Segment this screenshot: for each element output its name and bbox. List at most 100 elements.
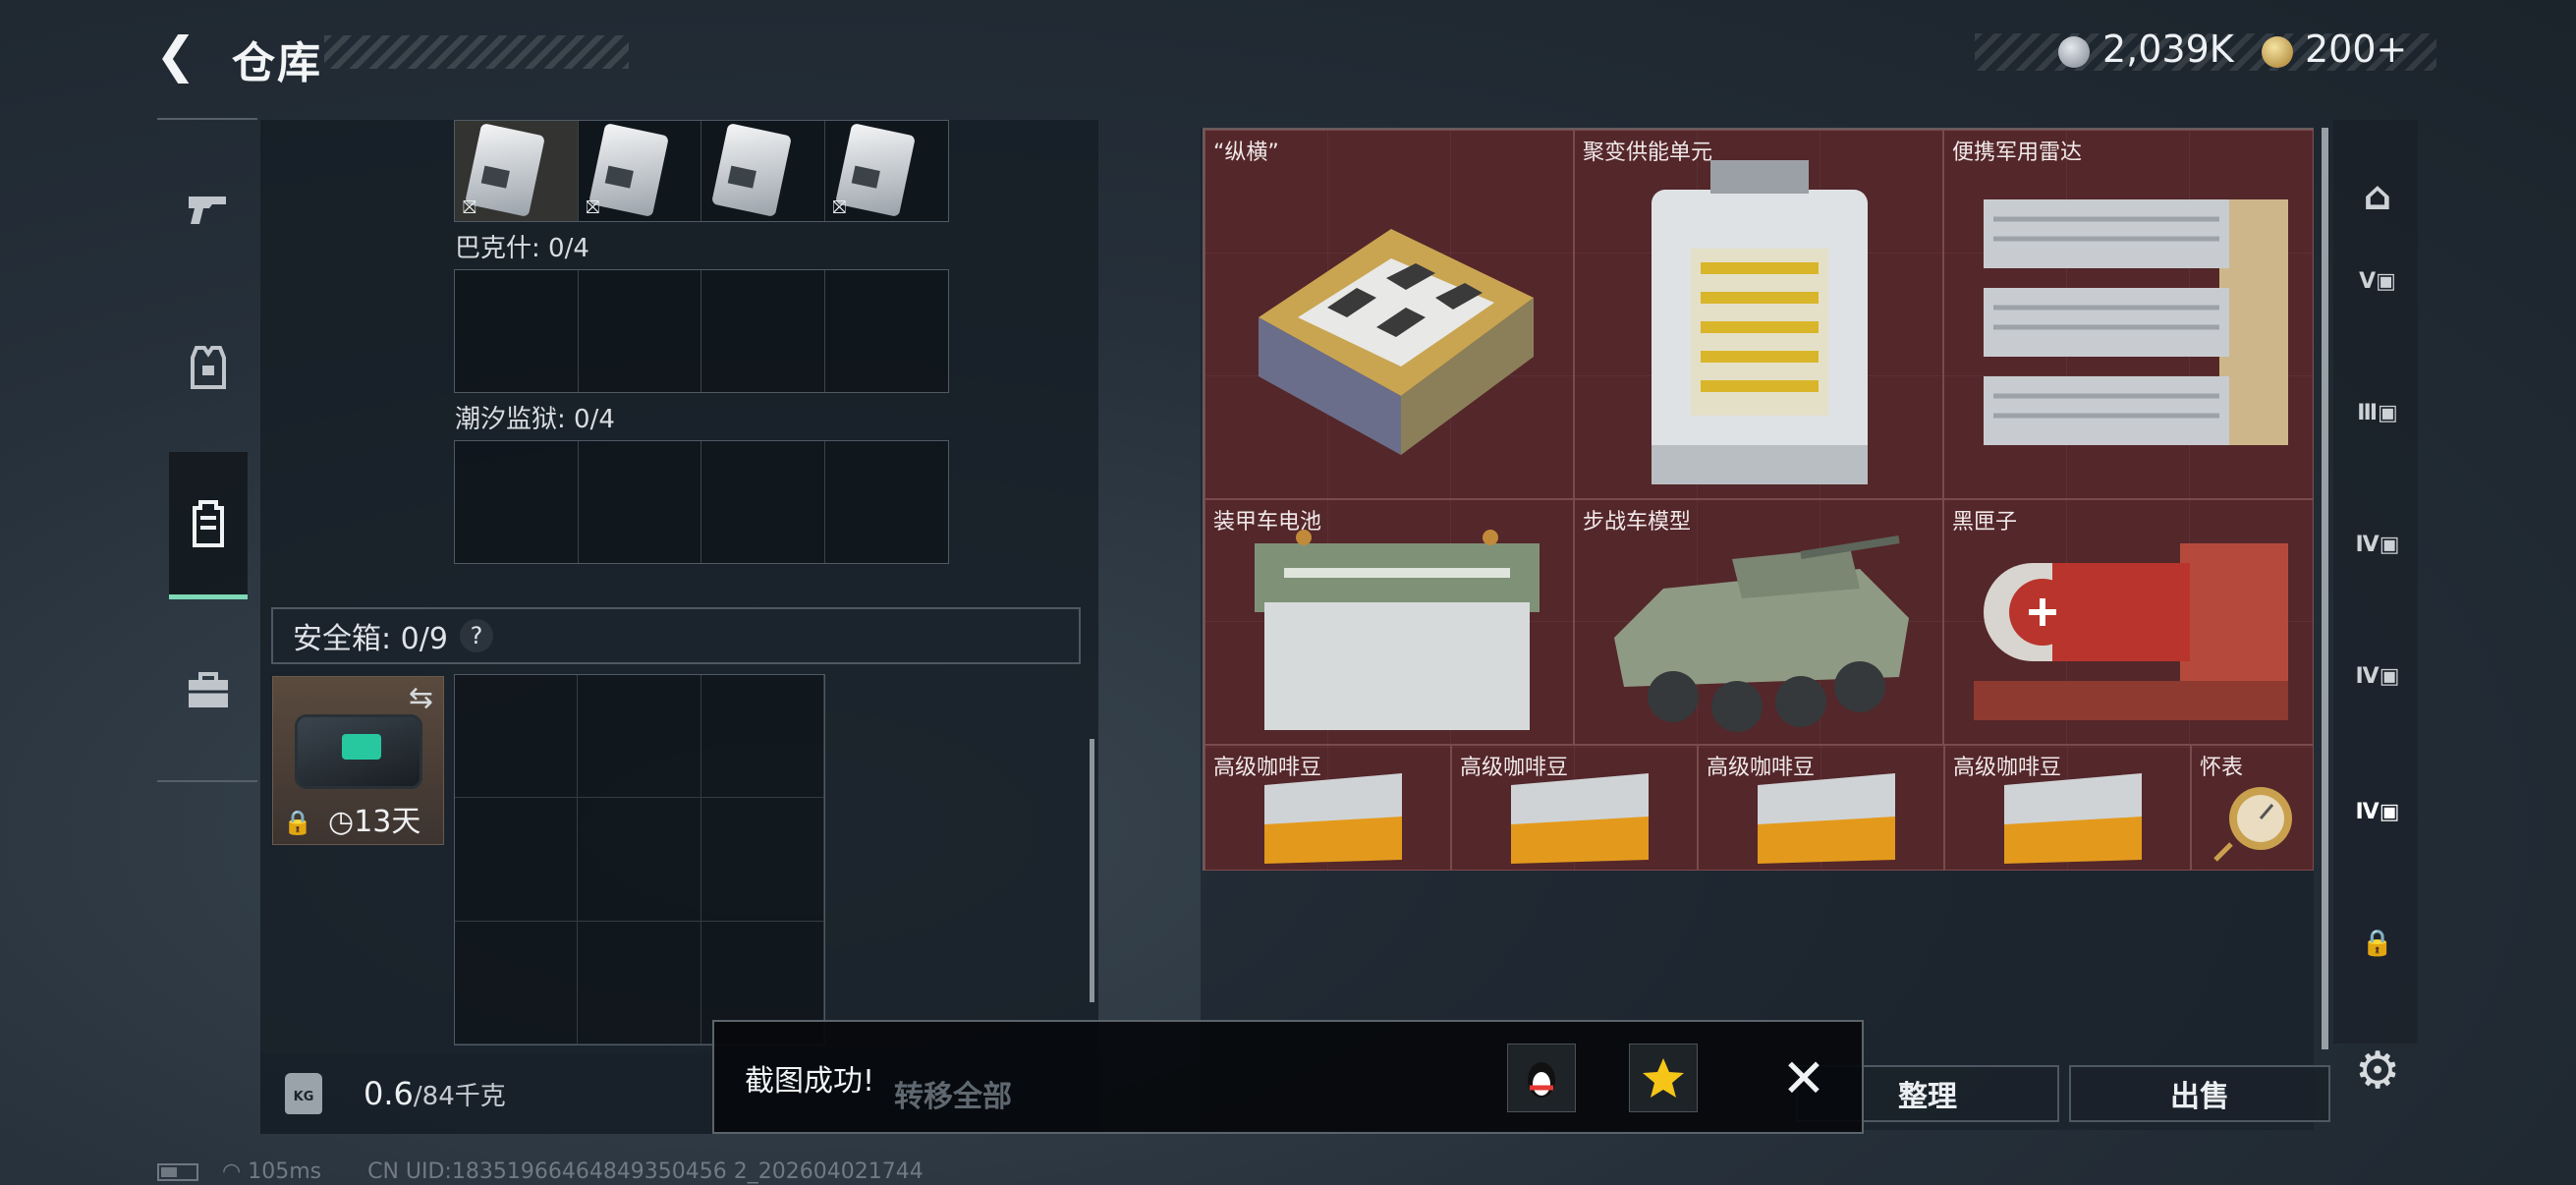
keycard-slot[interactable]: ⛝ [455, 121, 579, 221]
vehicle-battery-icon [1255, 530, 1540, 730]
grid-slot[interactable] [825, 270, 949, 392]
silver-coin-icon [2058, 36, 2090, 68]
locked-page-icon[interactable]: 🔒 [2348, 914, 2407, 973]
coffee-bean-bag-icon [1264, 773, 1402, 864]
keycard-slot[interactable] [701, 121, 825, 221]
lock-icon: 🔒 [283, 809, 312, 836]
stash-page-icon[interactable]: Ⅳ ▣ [2348, 515, 2407, 574]
chess-set-icon [1259, 229, 1534, 455]
qq-share-icon[interactable] [1507, 1044, 1576, 1112]
qzone-star-icon [1643, 1058, 1684, 1098]
armor-vest-icon [191, 346, 226, 389]
page-numeral: Ⅳ [2355, 799, 2380, 824]
grid-slot[interactable] [455, 675, 579, 799]
pocket-watch-icon [2213, 787, 2292, 862]
weight-value: 0.6 [364, 1075, 414, 1112]
safe-case-icon [295, 714, 422, 789]
wifi-icon: ◠ [222, 1159, 242, 1184]
header-stripe [324, 35, 629, 69]
nav-armor[interactable] [169, 316, 248, 419]
pistol-icon [189, 197, 226, 224]
weight-readout: 0.6/84千克 [364, 1075, 506, 1112]
timer-value: 13天 [354, 805, 421, 839]
stash-scrollbar[interactable] [2322, 128, 2328, 1049]
stash-item[interactable]: 黑匣子 [1943, 499, 2314, 745]
military-radar-icon [1984, 199, 2288, 445]
grid-slot[interactable] [578, 921, 701, 1044]
help-icon[interactable]: ? [459, 619, 493, 652]
settings-gear-icon[interactable]: ⚙ [2348, 1042, 2407, 1100]
ping-value: 105ms [248, 1159, 322, 1184]
grid-slot[interactable] [455, 921, 579, 1044]
grid-slot[interactable] [455, 798, 579, 922]
safe-box-label: 安全箱: 0/9 [293, 622, 448, 656]
no-insure-icon: ⛝ [586, 198, 600, 218]
qzone-share-icon[interactable] [1629, 1044, 1698, 1112]
backpack-icon [193, 499, 224, 547]
safe-box-slot[interactable]: ⇆ 🔒 ◷13天 [272, 676, 444, 845]
black-box-icon [1974, 543, 2288, 720]
stash-item[interactable]: 怀表 [2191, 745, 2314, 871]
swap-icon[interactable]: ⇆ [409, 681, 433, 715]
qq-penguin-icon [1528, 1062, 1555, 1098]
nav-toolbox[interactable] [169, 639, 248, 741]
stash-grid: “纵横” 聚变供能单元 便携军用雷达 装甲车电池 步战车模型 黑匣子 高级咖啡豆… [1203, 128, 2314, 871]
stash-page-icon[interactable]: Ⅳ ▣ [2348, 647, 2407, 705]
uid-text: CN UID:18351966464849350456 2_2026040217… [367, 1159, 924, 1184]
grid-slot[interactable] [700, 798, 824, 922]
stash-item[interactable]: 高级咖啡豆 [1451, 745, 1698, 871]
grid-slot[interactable] [825, 441, 949, 563]
safe-box-timer: ◷13天 [328, 797, 420, 840]
keycard-grid [454, 269, 949, 393]
stash-page-1-icon[interactable]: ⌂ [2348, 167, 2407, 226]
stash-item[interactable]: 聚变供能单元 [1574, 130, 1943, 499]
page-title: 仓库 [232, 38, 322, 88]
nav-backpack[interactable] [169, 452, 248, 599]
silver-currency-value: 2,039K [2102, 28, 2234, 71]
grid-slot[interactable] [578, 798, 701, 922]
grid-slot[interactable] [700, 675, 824, 799]
stash-item[interactable]: 高级咖啡豆 [1944, 745, 2191, 871]
stash-item[interactable]: 高级咖啡豆 [1204, 745, 1451, 871]
item-name: 便携军用雷达 [1952, 141, 2083, 165]
move-all-button[interactable]: 转移全部 [825, 1065, 1081, 1122]
stash-page-active-icon[interactable]: Ⅳ ▣ [2348, 782, 2407, 841]
nav-weapons[interactable] [169, 157, 248, 259]
page-numeral: Ⅲ [2357, 400, 2378, 425]
gold-currency-value[interactable]: 200+ [2305, 28, 2407, 71]
keycard-row: ⛝ ⛝ ⛝ [454, 120, 949, 222]
toast-close-icon[interactable]: ✕ [1774, 1049, 1833, 1108]
grid-slot[interactable] [701, 270, 825, 392]
item-name: “纵横” [1213, 141, 1279, 165]
stash-page-icon[interactable]: Ⅴ ▣ [2348, 252, 2407, 310]
stash-item[interactable]: 装甲车电池 [1204, 499, 1574, 745]
coffee-bean-bag-icon [1511, 773, 1649, 864]
sell-button[interactable]: 出售 [2069, 1065, 2330, 1122]
stash-item[interactable]: 步战车模型 [1574, 499, 1943, 745]
status-bar: ◠ 105ms CN UID:18351966464849350456 2_20… [222, 1159, 924, 1184]
page-numeral: Ⅳ [2355, 663, 2380, 689]
keycard-grid [454, 440, 949, 564]
no-insure-icon: ⛝ [463, 198, 476, 218]
fusion-cell-icon [1652, 160, 1868, 484]
stash-item[interactable]: 便携军用雷达 [1943, 130, 2314, 499]
grid-slot[interactable] [701, 441, 825, 563]
keycard-slot[interactable]: ⛝ [825, 121, 949, 221]
stash-item[interactable]: 高级咖啡豆 [1698, 745, 1944, 871]
grid-slot[interactable] [579, 441, 701, 563]
stash-page-icon[interactable]: Ⅲ ▣ [2348, 383, 2407, 442]
section-label: 巴克什: 0/4 [455, 234, 589, 263]
grid-slot[interactable] [579, 270, 701, 392]
item-name: 黑匣子 [1952, 510, 2018, 535]
grid-slot[interactable] [455, 270, 579, 392]
battery-icon [157, 1163, 198, 1181]
safe-box-grid [454, 674, 825, 1045]
grid-slot[interactable] [455, 441, 579, 563]
keycard-icon [710, 123, 793, 217]
grid-slot[interactable] [578, 675, 701, 799]
weight-kg-icon: KG [285, 1073, 322, 1114]
left-scrollbar[interactable] [1090, 739, 1094, 1002]
stash-item[interactable]: “纵横” [1204, 130, 1574, 499]
keycard-slot[interactable]: ⛝ [579, 121, 701, 221]
back-arrow-icon[interactable]: ❮ [155, 29, 214, 81]
